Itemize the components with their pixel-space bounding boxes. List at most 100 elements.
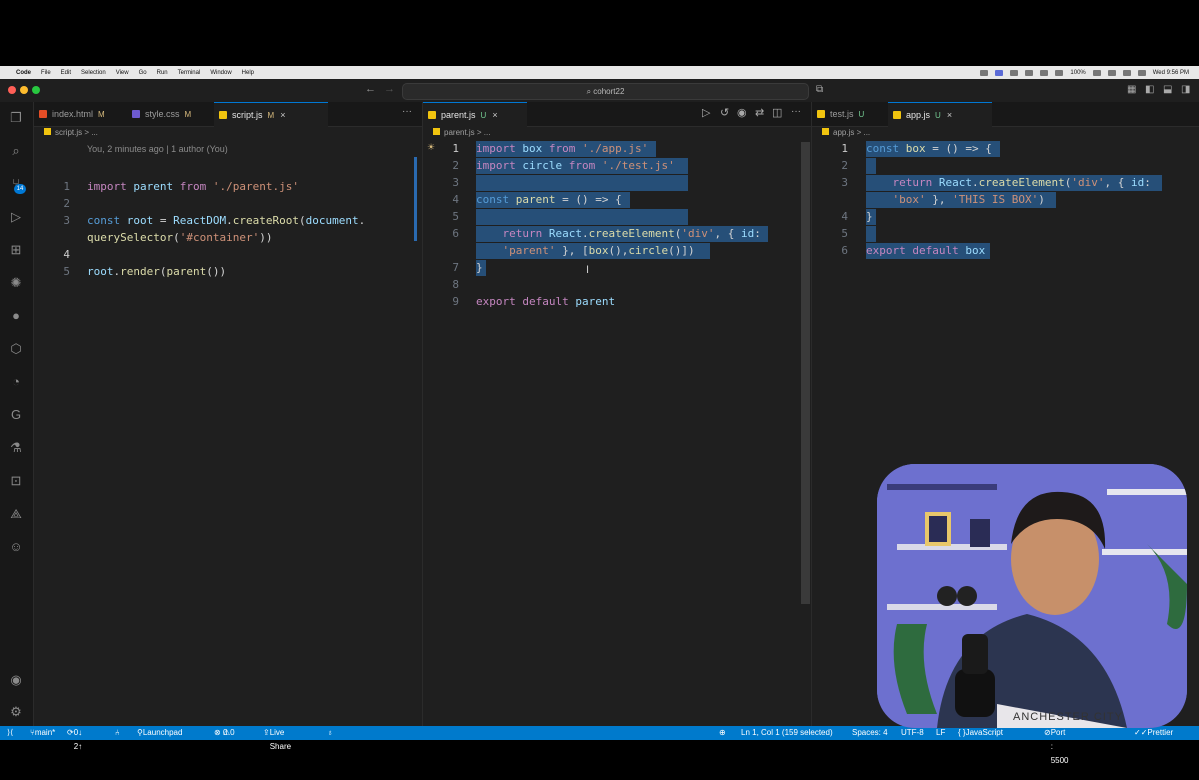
launchpad-item[interactable]: ⚲ Launchpad [137, 726, 182, 740]
explorer-icon[interactable]: ❐ [8, 110, 24, 126]
history-icon[interactable]: ↺ [720, 106, 729, 119]
indentation[interactable]: Spaces: 4 [852, 726, 888, 740]
zoom-window-icon[interactable] [32, 86, 40, 94]
graph-icon[interactable]: ⑃ [115, 726, 120, 740]
status-icon[interactable] [1055, 69, 1064, 76]
compare-icon[interactable]: ⇄ [755, 106, 764, 119]
tab-index-html[interactable]: index.html M [34, 102, 140, 126]
wifi-icon[interactable] [1107, 69, 1116, 76]
extensions-icon[interactable]: ⊞ [8, 242, 24, 258]
menu-selection[interactable]: Selection [81, 70, 106, 76]
prettier-item[interactable]: ✓✓ Prettier [1134, 726, 1173, 740]
code-token: root [126, 214, 160, 227]
breadcrumb[interactable]: app.js > ... [822, 128, 870, 140]
live-share-item[interactable]: ⇪ Live Share [263, 726, 291, 751]
screen-record-icon[interactable] [995, 69, 1004, 76]
menu-terminal[interactable]: Terminal [178, 70, 201, 76]
toggle-secondary-sidebar-icon[interactable]: ◨ [1181, 84, 1190, 95]
copilot-icon[interactable]: ⧉ [816, 84, 823, 95]
volume-icon[interactable] [1040, 69, 1049, 76]
tab-app-js[interactable]: app.js U × [888, 102, 992, 127]
tab-style-css[interactable]: style.css M [127, 102, 227, 126]
menu-run[interactable]: Run [157, 70, 168, 76]
branch-name: main* [34, 728, 56, 737]
sync-status[interactable]: ⟳ 0↓ 2↑ [67, 726, 82, 751]
lightbulb-icon[interactable]: ☀ [427, 142, 435, 153]
search-icon[interactable]: ⌕ [8, 143, 24, 159]
code-line: return React.createElement('div', { id: [476, 227, 760, 240]
tab-script-js[interactable]: script.js M × [214, 102, 328, 127]
codelens-blame[interactable]: You, 2 minutes ago | 1 author (You) [87, 144, 228, 154]
minimize-window-icon[interactable] [20, 86, 28, 94]
live-share-icon[interactable]: ⟁ [8, 506, 24, 522]
toggle-panel-icon[interactable]: ⬓ [1163, 84, 1172, 95]
breadcrumb[interactable]: script.js > ... [44, 128, 98, 140]
testing-icon[interactable]: ⚗ [8, 440, 24, 456]
timeline-icon[interactable]: ◔ [8, 374, 24, 390]
code-line: root.render(parent()) [87, 265, 226, 278]
menu-edit[interactable]: Edit [61, 70, 71, 76]
battery-icon[interactable] [1092, 69, 1101, 76]
search-icon[interactable] [1122, 69, 1131, 76]
scrollbar[interactable] [801, 142, 810, 604]
language-mode[interactable]: { } JavaScript [958, 726, 1003, 740]
split-editor-icon[interactable]: ◫ [772, 106, 782, 119]
manage-gear-icon[interactable]: ⚙ [8, 704, 24, 720]
problems-item[interactable]: ⊗ 0 ⚠ 0 [214, 726, 235, 740]
run-debug-icon[interactable]: ▷ [8, 209, 24, 225]
github-icon[interactable]: ● [8, 308, 24, 324]
zoom-icon[interactable]: ⊕ [719, 726, 726, 740]
more-actions-icon[interactable]: ··· [402, 106, 412, 117]
menu-help[interactable]: Help [242, 70, 254, 76]
line-number: 1 [63, 180, 70, 193]
gitlens-icon[interactable]: G [8, 407, 24, 423]
docker-icon[interactable]: ⊡ [8, 473, 24, 489]
breadcrumb[interactable]: parent.js > ... [433, 128, 490, 140]
close-tab-icon[interactable]: × [280, 110, 285, 120]
close-window-icon[interactable] [8, 86, 16, 94]
chatgpt-icon[interactable]: ✺ [8, 275, 24, 291]
accounts-icon[interactable]: ◉ [8, 672, 24, 688]
menu-app-name[interactable]: Code [16, 70, 31, 76]
copilot-chat-icon[interactable]: ☺ [8, 539, 24, 555]
branch-item[interactable]: ⑂ main* [30, 726, 55, 740]
end-of-line[interactable]: LF [936, 726, 945, 740]
code-token: React [548, 227, 582, 240]
tab-label: style.css [145, 109, 180, 119]
tab-test-js[interactable]: test.js U [812, 102, 900, 126]
customize-layout-icon[interactable]: ▦ [1127, 84, 1136, 95]
line-number: 4 [452, 193, 459, 206]
toggle-sidebar-icon[interactable]: ◧ [1145, 84, 1154, 95]
clock[interactable]: Wed 9:56 PM [1153, 70, 1189, 76]
tab-parent-js[interactable]: parent.js U × [423, 102, 527, 127]
bell-icon[interactable]: ♁ [327, 726, 333, 740]
menu-file[interactable]: File [41, 70, 51, 76]
status-icon[interactable] [1025, 69, 1034, 76]
control-center-icon[interactable] [1137, 69, 1146, 76]
menu-view[interactable]: View [116, 70, 129, 76]
forward-arrow-icon[interactable]: → [384, 83, 395, 95]
code-token: default [522, 295, 576, 308]
encoding[interactable]: UTF-8 [901, 726, 924, 740]
code-token: ()]) [668, 244, 695, 257]
remote-icon[interactable]: ⟩⟨ [7, 726, 13, 740]
status-icon[interactable] [980, 69, 989, 76]
remote-icon[interactable]: ⬡ [8, 341, 24, 357]
code-line: return React.createElement('div', { id: [866, 176, 1150, 189]
code-token: }, [ [555, 244, 589, 257]
run-icon[interactable]: ▷ [702, 106, 710, 119]
menu-window[interactable]: Window [210, 70, 231, 76]
port-item[interactable]: ⊘ Port : 5500 [1044, 726, 1069, 765]
status-icon[interactable] [1010, 69, 1019, 76]
code-token: . [971, 176, 979, 189]
command-center-search[interactable]: ⌕ cohort22 [402, 83, 809, 100]
cursor-position[interactable]: Ln 1, Col 1 (159 selected) [741, 726, 833, 740]
back-arrow-icon[interactable]: ← [365, 83, 376, 95]
code-token: . [226, 214, 233, 227]
js-file-icon [219, 111, 227, 119]
more-actions-icon[interactable]: ··· [791, 106, 801, 117]
copilot-icon[interactable]: ◉ [737, 106, 747, 119]
close-tab-icon[interactable]: × [492, 110, 497, 120]
close-tab-icon[interactable]: × [947, 110, 952, 120]
menu-go[interactable]: Go [139, 70, 147, 76]
